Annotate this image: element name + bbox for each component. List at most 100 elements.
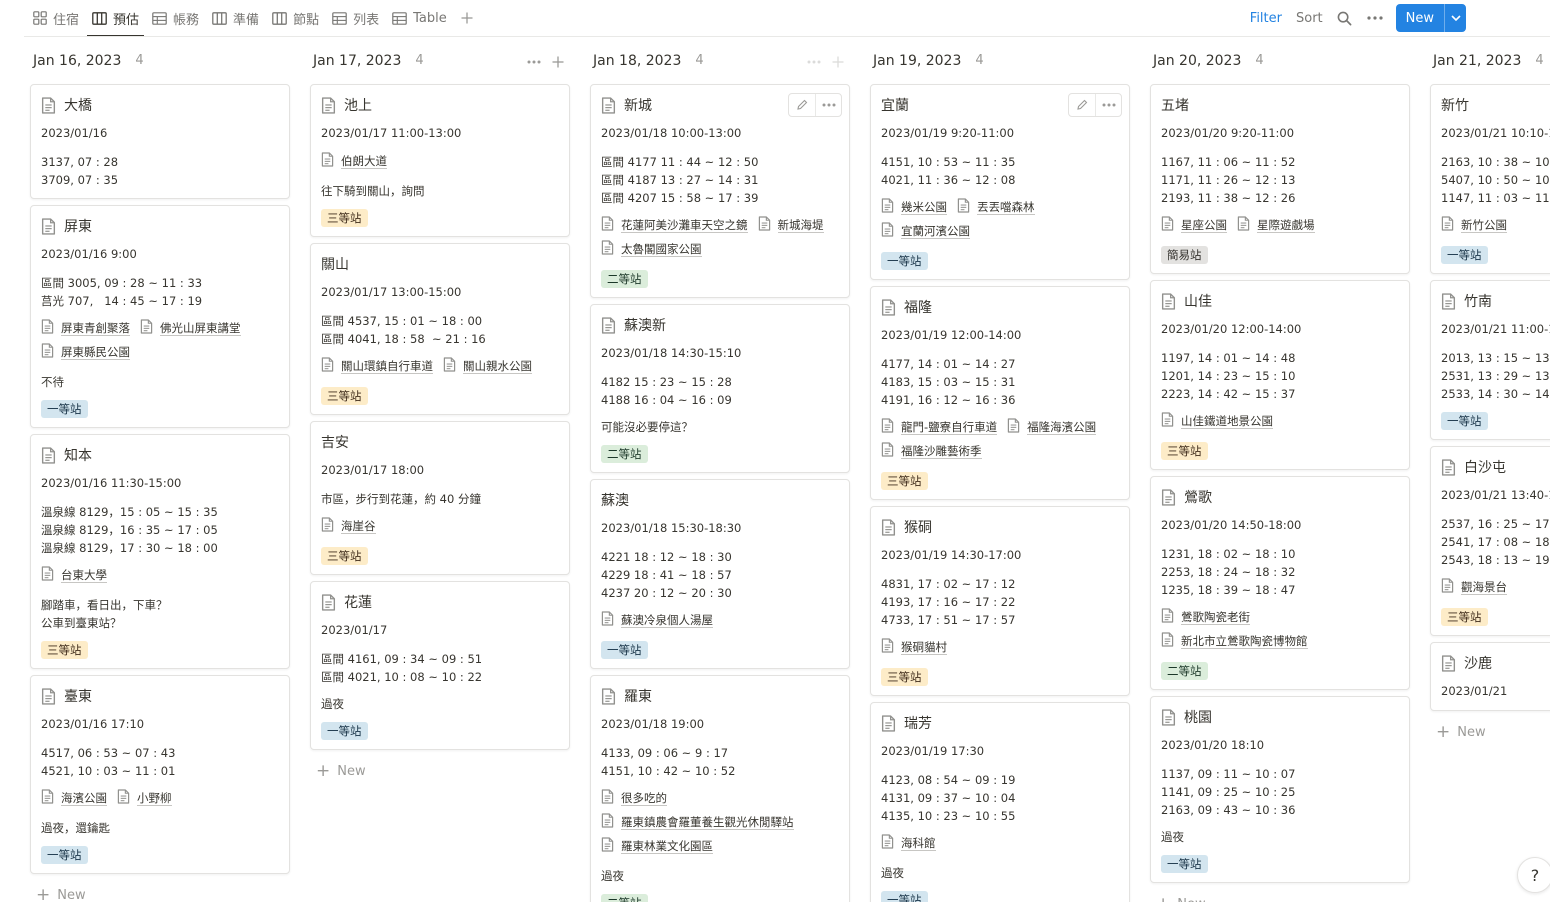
relation-link[interactable]: 山佳鐵道地景公園	[1161, 409, 1273, 433]
more-options-icon[interactable]	[1360, 4, 1390, 32]
relation-label: 星際遊戲場	[1257, 217, 1315, 233]
card-note: 不待	[41, 375, 64, 389]
board-card[interactable]: 沙鹿 2023/01/21	[1430, 642, 1550, 711]
relation-link[interactable]: 屏東青創聚落	[41, 316, 130, 340]
tab-5[interactable]: 節點	[267, 0, 324, 36]
relation-link[interactable]: 很多吃的	[601, 786, 829, 810]
board-card[interactable]: 五堵 2023/01/20 9:20-11:00 1167, 11 : 06 ~ 1…	[1150, 84, 1410, 274]
board-card[interactable]: 白沙屯 2023/01/21 13:40-16:00 2537, 16 : 25 ~…	[1430, 446, 1550, 636]
more-options-icon[interactable]	[802, 50, 826, 74]
relation-link[interactable]: 星座公園	[1161, 213, 1227, 237]
tab-1[interactable]: 住宿	[28, 0, 84, 36]
board-card[interactable]: 蘇澳新 2023/01/18 14:30-15:10 4182 15 : 23 ~ …	[590, 304, 850, 473]
relation-link[interactable]: 羅東鎮農會羅董養生觀光休閒驛站	[601, 810, 829, 834]
relation-link[interactable]: 佛光山屏東講堂	[140, 316, 241, 340]
plus-icon[interactable]	[826, 50, 850, 74]
relation-link[interactable]: 猴硐貓村	[881, 635, 947, 659]
relation-link[interactable]: 丟丟噹森林	[957, 195, 1035, 219]
board-card[interactable]: 吉安 2023/01/17 18:00 市區，步行到花蓮，約 40 分鐘 海崖谷 三等站	[310, 421, 570, 575]
station-tag: 二等站	[601, 445, 648, 463]
tab-4[interactable]: 準備	[207, 0, 264, 36]
board-card[interactable]: 鶯歌 2023/01/20 14:50-18:00 1231, 18 : 02 ~ …	[1150, 476, 1410, 690]
page-icon	[601, 789, 614, 807]
board-card[interactable]: 新竹 2023/01/21 10:10-10:30 2163, 10 : 38 ~ …	[1430, 84, 1550, 274]
help-button[interactable]: ?	[1517, 857, 1550, 893]
plus-icon[interactable]	[546, 50, 570, 74]
relation-link[interactable]: 新北市立鶯歌陶瓷博物館	[1161, 629, 1389, 653]
card-title-text: 宜蘭	[881, 98, 909, 114]
add-card-button[interactable]: + New	[30, 880, 290, 902]
station-tag: 三等站	[321, 387, 368, 405]
board-card[interactable]: 桃園 2023/01/20 18:10 1137, 09 : 11 ~ 10 : 0…	[1150, 696, 1410, 883]
edit-pencil-icon[interactable]	[789, 94, 815, 116]
relation-label: 蘇澳冷泉個人湯屋	[621, 612, 713, 628]
board-card[interactable]: 關山 2023/01/17 13:00-15:00 區間 4537, 15 : 01…	[310, 243, 570, 415]
relation-link[interactable]: 星際遊戲場	[1237, 213, 1315, 237]
relation-link[interactable]: 關山環鎮自行車道	[321, 354, 433, 378]
relation-link[interactable]: 海濱公園	[41, 786, 107, 810]
relation-label: 新竹公園	[1461, 217, 1507, 233]
board-card[interactable]: 知本 2023/01/16 11:30-15:00 溫泉線 8129，15 : 05…	[30, 434, 290, 669]
board-card[interactable]: 花蓮 2023/01/17 區間 4161, 09 : 34 ~ 09 : 51 區…	[310, 581, 570, 750]
relation-link[interactable]: 台東大學	[41, 563, 107, 587]
add-card-button[interactable]: + New	[1150, 889, 1410, 902]
board-card[interactable]: 蘇澳 2023/01/18 15:30-18:30 4221 18 : 12 ~ 1…	[590, 479, 850, 669]
board-card[interactable]: 新城 2023/01/18 10:00-13:00 區間 4177 11 : 44 …	[590, 84, 850, 298]
board-card[interactable]: 山佳 2023/01/20 12:00-14:00 1197, 14 : 01 ~ …	[1150, 280, 1410, 470]
new-button[interactable]: New	[1396, 4, 1444, 32]
more-options-icon[interactable]	[815, 94, 841, 116]
board-card[interactable]: 竹南 2023/01/21 11:00-13:00 2013, 13 : 15 ~ …	[1430, 280, 1550, 440]
relation-link[interactable]: 龍門-鹽寮自行車道	[881, 415, 998, 439]
relation-link[interactable]: 蘇澳冷泉個人湯屋	[601, 608, 713, 632]
relation-link[interactable]: 福隆沙雕藝術季	[881, 439, 982, 463]
board-card[interactable]: 福隆 2023/01/19 12:00-14:00 4177, 14 : 01 ~ …	[870, 286, 1130, 500]
relation-link[interactable]: 羅東林業文化園區	[601, 834, 829, 858]
relation-link[interactable]: 福隆海濱公園	[1007, 415, 1097, 439]
relation-link[interactable]: 小野柳	[117, 786, 172, 810]
relation-link[interactable]: 觀海景台	[1441, 575, 1507, 599]
add-view-icon[interactable]	[455, 0, 479, 36]
card-schedule: 4517, 06 : 53 ~ 07 : 43 4521, 10 : 03 ~ …	[41, 746, 176, 778]
relation-link[interactable]: 宜蘭河濱公園	[881, 219, 970, 243]
tab-3[interactable]: 帳務	[147, 0, 204, 36]
board-card[interactable]: 宜蘭 2023/01/19 9:20-11:00 4151, 10 : 53 ~ 1…	[870, 84, 1130, 280]
board-card[interactable]: 羅東 2023/01/18 19:00 4133, 09 : 06 ~ 9 : 17…	[590, 675, 850, 902]
sort-button[interactable]: Sort	[1289, 11, 1330, 26]
tab-7[interactable]: Table	[387, 0, 452, 36]
relation-label: 猴硐貓村	[901, 639, 947, 655]
page-icon	[881, 418, 894, 436]
add-card-button[interactable]: + New	[310, 756, 570, 786]
relation-link[interactable]: 關山親水公園	[443, 354, 532, 378]
relation-link[interactable]: 新竹公園	[1441, 213, 1507, 237]
more-options-icon[interactable]	[522, 50, 546, 74]
board-card[interactable]: 瑞芳 2023/01/19 17:30 4123, 08 : 54 ~ 09 : 1…	[870, 702, 1130, 902]
more-options-icon[interactable]	[1095, 94, 1121, 116]
card-title: 關山	[321, 254, 559, 274]
relation-link[interactable]: 屏東縣民公園	[41, 340, 130, 364]
card-date: 2023/01/20 18:10	[1161, 738, 1265, 752]
card-hover-actions	[788, 93, 842, 117]
relation-link[interactable]: 伯朗大道	[321, 149, 387, 173]
relation-link[interactable]: 花蓮阿美沙灘車天空之鏡	[601, 213, 748, 237]
relation-link[interactable]: 幾米公園	[881, 195, 947, 219]
relation-link[interactable]: 太魯閣國家公園	[601, 237, 702, 261]
board-card[interactable]: 屏東 2023/01/16 9:00 區間 3005, 09 : 28 ~ 11 :…	[30, 205, 290, 428]
relation-link[interactable]: 新城海堤	[758, 213, 824, 237]
chevron-down-icon[interactable]	[1444, 4, 1466, 32]
filter-button[interactable]: Filter	[1243, 11, 1289, 26]
board-card[interactable]: 池上 2023/01/17 11:00-13:00 伯朗大道 往下騎到關山，詢問 三等站	[310, 84, 570, 237]
add-card-label: New	[337, 763, 366, 779]
tab-2[interactable]: 預估	[87, 0, 145, 37]
relation-link[interactable]: 海科館	[881, 831, 936, 855]
tab-6[interactable]: 列表	[327, 0, 384, 36]
board-card[interactable]: 大橋 2023/01/16 3137, 07 : 28 3709, 07 : 35	[30, 84, 290, 199]
card-title-text: 鶯歌	[1184, 490, 1212, 506]
board-card[interactable]: 猴硐 2023/01/19 14:30-17:00 4831, 17 : 02 ~ …	[870, 506, 1130, 696]
relation-link[interactable]: 海崖谷	[321, 514, 376, 538]
relation-link[interactable]: 鶯歌陶瓷老街	[1161, 605, 1389, 629]
add-card-button[interactable]: + New	[1430, 717, 1550, 747]
board-card[interactable]: 臺東 2023/01/16 17:10 4517, 06 : 53 ~ 07 : 4…	[30, 675, 290, 874]
card-hover-actions	[1068, 93, 1122, 117]
search-icon[interactable]	[1330, 4, 1360, 32]
edit-pencil-icon[interactable]	[1069, 94, 1095, 116]
